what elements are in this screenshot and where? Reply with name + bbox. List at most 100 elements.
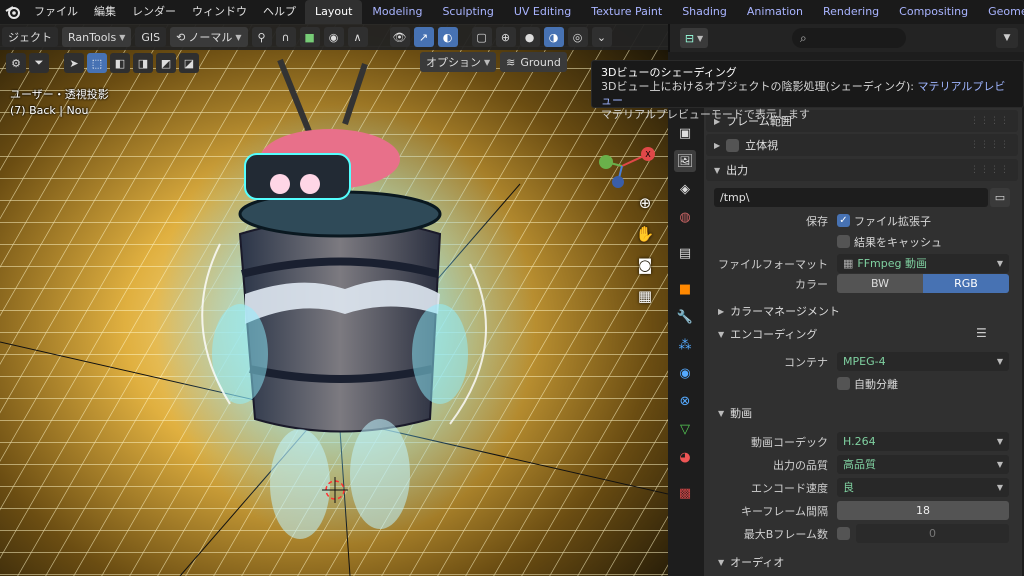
menu-file[interactable]: ファイル [26, 0, 86, 24]
snap-target-icon[interactable]: ■ [299, 27, 320, 47]
wireframe-shading-icon[interactable]: ⊕ [495, 27, 516, 47]
options-dropdown[interactable]: オプション ▼ [420, 52, 497, 72]
tab-layout[interactable]: Layout [305, 0, 363, 24]
material-tab-icon[interactable]: ◕ [674, 446, 696, 468]
tab-texture-paint[interactable]: Texture Paint [581, 0, 672, 24]
tooltip-description-text: 3Dビュー上におけるオブジェクトの陰影処理(シェーディング): [601, 80, 918, 93]
folder-icon[interactable]: ▭ [990, 188, 1010, 207]
select-cursor-icon[interactable]: ➤ [64, 53, 84, 73]
menu-help[interactable]: ヘルプ [255, 0, 304, 24]
object-menu[interactable]: ジェクト [2, 27, 58, 47]
video-subpanel[interactable]: ▼ 動画 [718, 403, 752, 423]
rantools-menu[interactable]: RanTools ▼ [62, 27, 132, 47]
camera-icon[interactable]: ◙ [634, 254, 656, 276]
video-codec-dropdown[interactable]: H.264 ▼ [837, 432, 1009, 451]
falloff-icon[interactable]: ∧ [347, 27, 368, 47]
ground-button[interactable]: ≋ Ground [500, 52, 567, 72]
material-preview-shading-icon[interactable]: ◑ [543, 27, 564, 47]
particles-tab-icon[interactable]: ⁂ [674, 334, 696, 356]
blender-logo-icon[interactable] [0, 0, 26, 24]
tab-sculpting[interactable]: Sculpting [432, 0, 503, 24]
chevron-down-icon: ▼ [996, 259, 1003, 268]
3d-viewport[interactable]: ユーザー・透視投影 (7) Back | Nou X ⊕ ✋ ◙ ▦ [0, 24, 668, 576]
container-dropdown[interactable]: MPEG-4 ▼ [837, 352, 1009, 371]
output-quality-dropdown[interactable]: 高品質 ▼ [837, 455, 1009, 474]
world-tab-icon[interactable]: ▤ [674, 242, 696, 264]
select-box-invert-icon[interactable]: ◩ [156, 53, 176, 73]
keyframe-interval-field[interactable]: 18 [837, 501, 1009, 520]
filter-icon[interactable]: ⏷ [29, 53, 49, 73]
proportional-edit-icon[interactable]: ◉ [323, 27, 344, 47]
properties-search-input[interactable]: ⌕ [792, 28, 906, 48]
tab-modeling[interactable]: Modeling [362, 0, 432, 24]
solid-shading-icon[interactable]: ● [519, 27, 540, 47]
audio-subpanel[interactable]: ▼ オーディオ [718, 552, 784, 572]
chevron-down-icon: ▼ [718, 329, 725, 339]
select-box-subtract-icon[interactable]: ◨ [133, 53, 153, 73]
pivot-icon[interactable]: ⚲ [251, 27, 272, 47]
panel-stereoscopy[interactable]: ▶ 立体視 ⋮⋮⋮⋮ [706, 134, 1018, 156]
data-tab-icon[interactable]: ▽ [674, 418, 696, 440]
tab-uv-editing[interactable]: UV Editing [504, 0, 581, 24]
object-tab-icon[interactable]: ■ [674, 278, 696, 300]
snap-icon[interactable]: ∩ [275, 27, 296, 47]
select-box-extend-icon[interactable]: ◧ [110, 53, 130, 73]
ortho-grid-icon[interactable]: ▦ [634, 285, 656, 307]
rendered-shading-icon[interactable]: ◎ [567, 27, 588, 47]
tab-shading[interactable]: Shading [672, 0, 737, 24]
select-box-new-icon[interactable]: ⬚ [87, 53, 107, 73]
transform-orientation-dropdown[interactable]: ⟲ ノーマル ▼ [170, 27, 248, 47]
color-rgb-option[interactable]: RGB [923, 274, 1009, 293]
gis-menu[interactable]: GIS [135, 27, 167, 47]
menu-render[interactable]: レンダー [124, 0, 184, 24]
chevron-down-icon[interactable]: ▼ [996, 28, 1018, 48]
scene-tab-icon[interactable]: ◍ [674, 206, 696, 228]
encoding-speed-dropdown[interactable]: 良 ▼ [837, 478, 1009, 497]
panel-output[interactable]: ▼ 出力 ⋮⋮⋮⋮ [706, 159, 1018, 181]
tab-geometry-nodes[interactable]: Geometry No [978, 0, 1024, 24]
color-management-subpanel[interactable]: ▶ カラーマネージメント [718, 301, 840, 321]
gear-icon[interactable]: ⚙ [6, 53, 26, 73]
tab-compositing[interactable]: Compositing [889, 0, 978, 24]
navigation-gizmo[interactable]: X [592, 136, 662, 196]
visibility-eye-icon[interactable]: 👁 [389, 27, 410, 47]
gizmo-toggle-icon[interactable]: ↗ [413, 27, 434, 47]
select-box-intersect-icon[interactable]: ◪ [179, 53, 199, 73]
stereoscopy-label: 立体視 [745, 139, 779, 152]
file-format-dropdown[interactable]: ▦ FFmpeg 動画 ▼ [837, 254, 1009, 273]
output-tab-icon[interactable]: 🖼 [674, 150, 696, 172]
texture-tab-icon[interactable]: ▩ [674, 482, 696, 504]
menu-window[interactable]: ウィンドウ [184, 0, 255, 24]
drag-grip-icon[interactable]: ⋮⋮⋮⋮ [970, 165, 1010, 175]
file-extension-checkbox[interactable]: ✓ [837, 214, 850, 227]
zoom-icon[interactable]: ⊕ [634, 192, 656, 214]
tab-rendering[interactable]: Rendering [813, 0, 889, 24]
shading-options-chevron-icon[interactable]: ⌄ [591, 27, 612, 47]
overlay-toggle-icon[interactable]: ◐ [437, 27, 458, 47]
color-bw-option[interactable]: BW [837, 274, 923, 293]
xray-icon[interactable]: ▢ [471, 27, 492, 47]
output-path-field[interactable]: /tmp\ [714, 188, 988, 207]
file-format-value: FFmpeg 動画 [857, 257, 928, 270]
menu-edit[interactable]: 編集 [86, 0, 124, 24]
max-bframes-checkbox[interactable] [837, 527, 850, 540]
encoding-label: エンコーディング [730, 328, 818, 341]
constraints-tab-icon[interactable]: ⊗ [674, 390, 696, 412]
encoding-subpanel[interactable]: ▼ エンコーディング [718, 324, 817, 344]
ground-label: Ground [520, 55, 561, 69]
pan-hand-icon[interactable]: ✋ [634, 223, 656, 245]
modifier-wrench-icon[interactable]: 🔧 [674, 306, 696, 328]
chevron-down-icon: ▼ [718, 557, 725, 567]
search-icon: ⌕ [800, 31, 807, 45]
render-tab-icon[interactable]: ▣ [674, 122, 696, 144]
view-layer-tab-icon[interactable]: ◈ [674, 178, 696, 200]
tab-animation[interactable]: Animation [737, 0, 813, 24]
physics-tab-icon[interactable]: ◉ [674, 362, 696, 384]
autosplit-checkbox[interactable] [837, 377, 850, 390]
max-bframes-field[interactable]: 0 [856, 524, 1009, 543]
editor-type-button[interactable]: ⊟ ▼ [680, 28, 708, 48]
stereoscopy-checkbox[interactable] [726, 138, 740, 152]
drag-grip-icon[interactable]: ⋮⋮⋮⋮ [970, 140, 1010, 150]
cache-result-checkbox[interactable] [837, 235, 850, 248]
presets-list-icon[interactable]: ☰ [976, 326, 987, 340]
